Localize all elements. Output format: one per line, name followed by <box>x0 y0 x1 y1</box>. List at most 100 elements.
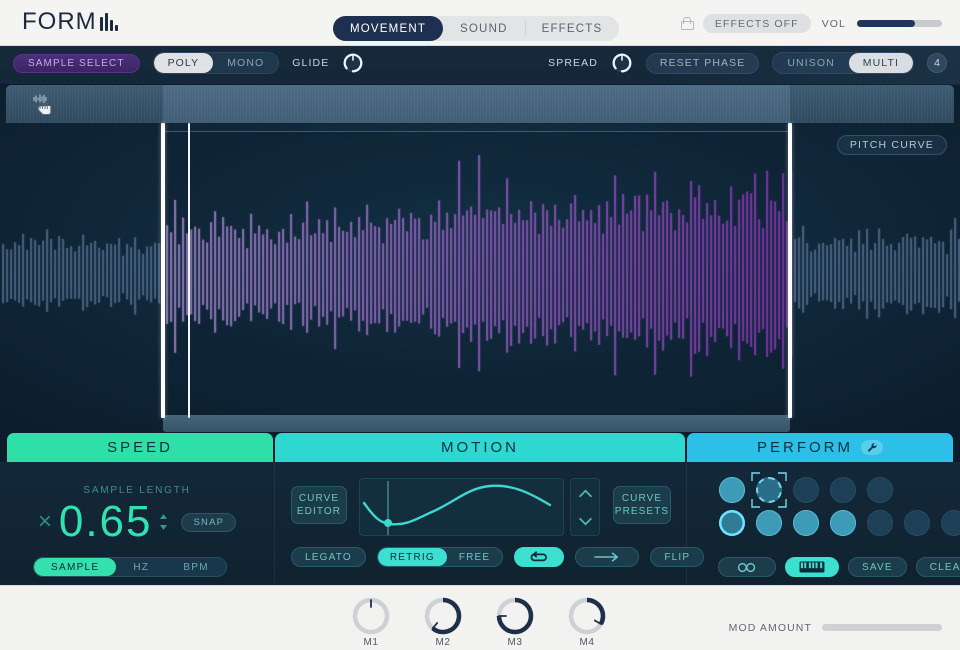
overview-selection[interactable] <box>163 85 791 123</box>
perform-pad-r2-3[interactable] <box>830 510 856 536</box>
volume-slider[interactable] <box>857 20 942 27</box>
voice-count-badge[interactable]: 4 <box>927 53 947 73</box>
curve-editor-line1: CURVE <box>298 493 340 504</box>
header-right-controls: EFFECTS OFF VOL <box>680 14 942 33</box>
perform-pad-r1-1[interactable] <box>756 477 782 503</box>
mod-knob-label-m1: M1 <box>363 637 379 648</box>
sample-length-label: SAMPLE LENGTH <box>83 485 191 496</box>
footer-bar: M1 M2 M3 M4 MOD AMOUNT <box>0 585 960 650</box>
waveform-canvas[interactable] <box>0 123 960 432</box>
perform-pad-r1-4[interactable] <box>867 477 893 503</box>
waveform-display[interactable]: PITCH CURVE <box>0 85 960 432</box>
pitch-curve-button[interactable]: PITCH CURVE <box>836 135 947 155</box>
clear-button[interactable]: CLEAR <box>915 557 960 577</box>
curve-presets-line2: PRESETS <box>614 506 670 517</box>
volume-slider-fill <box>857 20 915 27</box>
section-tab-motion[interactable]: MOTION <box>275 433 685 462</box>
perform-pad-r2-4[interactable] <box>867 510 893 536</box>
selection-start-marker[interactable] <box>161 123 166 418</box>
waveform-overview-bar[interactable] <box>6 85 954 123</box>
perform-pad-r2-5[interactable] <box>904 510 930 536</box>
spread-knob[interactable] <box>611 52 633 74</box>
unison-mode-toggle[interactable]: UNISON MULTI <box>772 52 914 74</box>
multiplier-symbol: × <box>37 508 52 535</box>
tab-effects[interactable]: EFFECTS <box>524 16 620 41</box>
arrow-right-icon[interactable] <box>575 547 640 567</box>
perform-pad-r2-1[interactable] <box>756 510 782 536</box>
glide-label: GLIDE <box>292 57 330 69</box>
mod-knob-m2[interactable] <box>423 596 463 636</box>
mod-amount-label: MOD AMOUNT <box>728 622 812 634</box>
motion-section: CURVE EDITOR CURVE PRESETS LEGATO RETRIG… <box>274 462 705 585</box>
speed-unit-bpm[interactable]: BPM <box>166 558 226 576</box>
perform-pad-r1-3[interactable] <box>830 477 856 503</box>
lock-icon[interactable] <box>680 17 694 30</box>
curve-presets-line1: CURVE <box>621 493 663 504</box>
mod-knob-m1[interactable] <box>351 596 391 636</box>
save-button[interactable]: SAVE <box>848 557 907 577</box>
section-tab-perform[interactable]: PERFORM <box>687 433 953 462</box>
mod-knob-m3[interactable] <box>495 596 535 636</box>
perform-pad-r1-2[interactable] <box>793 477 819 503</box>
perform-pad-r2-2[interactable] <box>793 510 819 536</box>
plugin-window: FORM MOVEMENT SOUND EFFECTS EFFECTS OFF … <box>0 0 960 650</box>
up-down-stepper-icon[interactable] <box>159 513 168 531</box>
speed-unit-toggle[interactable]: SAMPLE HZ BPM <box>33 557 227 577</box>
app-logo: FORM <box>22 8 118 36</box>
spread-label: SPREAD <box>548 57 598 69</box>
keyboard-icon[interactable] <box>785 557 839 577</box>
voice-toolbar-right: SPREAD RESET PHASE UNISON MULTI 4 <box>548 52 947 74</box>
app-header: FORM MOVEMENT SOUND EFFECTS EFFECTS OFF … <box>0 0 960 46</box>
voice-mode-toggle[interactable]: POLY MONO <box>152 52 280 74</box>
section-tabs: SPEED MOTION PERFORM <box>0 433 960 463</box>
mod-knob-label-m2: M2 <box>435 637 451 648</box>
hand-waveform-cursor-icon <box>33 94 52 115</box>
curve-editor-button[interactable]: CURVE EDITOR <box>291 486 347 524</box>
chevron-up-icon[interactable] <box>578 489 593 498</box>
tab-movement[interactable]: MOVEMENT <box>333 16 444 41</box>
section-tab-speed[interactable]: SPEED <box>7 433 273 462</box>
voice-toolbar: SAMPLE SELECT POLY MONO GLIDE SPREAD RES… <box>0 46 960 85</box>
reset-phase-button[interactable]: RESET PHASE <box>645 52 760 74</box>
voice-toolbar-left: SAMPLE SELECT POLY MONO GLIDE <box>13 52 364 74</box>
volume-label: VOL <box>821 17 846 30</box>
section-tab-perform-label: PERFORM <box>757 439 853 456</box>
trigger-mode-free[interactable]: FREE <box>447 548 502 566</box>
unison-mode-multi[interactable]: MULTI <box>848 53 913 73</box>
sample-select-button[interactable]: SAMPLE SELECT <box>13 53 140 73</box>
mod-amount-slider[interactable] <box>822 624 942 631</box>
chevron-down-icon[interactable] <box>578 517 593 526</box>
curve-nav-buttons[interactable] <box>570 478 600 536</box>
selection-end-marker[interactable] <box>788 123 793 418</box>
speed-unit-hz[interactable]: HZ <box>116 558 166 576</box>
main-tabs[interactable]: MOVEMENT SOUND EFFECTS <box>333 16 620 41</box>
trigger-mode-retrig[interactable]: RETRIG <box>377 548 447 566</box>
curve-presets-button[interactable]: CURVE PRESETS <box>613 486 671 524</box>
wrench-icon[interactable] <box>861 440 883 455</box>
voice-mode-mono[interactable]: MONO <box>213 53 278 73</box>
snap-button[interactable]: SNAP <box>181 512 237 532</box>
effects-off-button[interactable]: EFFECTS OFF <box>702 14 811 33</box>
mod-knob-m4[interactable] <box>567 596 607 636</box>
playhead-marker[interactable] <box>188 123 191 418</box>
section-tab-motion-label: MOTION <box>441 439 519 456</box>
app-logo-text: FORM <box>22 8 97 35</box>
trigger-mode-toggle[interactable]: RETRIG FREE <box>376 547 504 567</box>
voice-mode-poly[interactable]: POLY <box>153 53 214 73</box>
section-tab-speed-label: SPEED <box>107 439 173 456</box>
loop-icon[interactable] <box>514 547 565 567</box>
waveform-scrollbar[interactable] <box>163 415 791 432</box>
perform-pad-r2-0[interactable] <box>719 510 745 536</box>
sample-length-value[interactable]: 0.65 <box>59 500 153 544</box>
mod-knob-label-m3: M3 <box>507 637 523 648</box>
tab-sound[interactable]: SOUND <box>443 16 525 41</box>
perform-section: SAVE CLEAR <box>686 462 960 585</box>
link-chain-icon[interactable] <box>718 557 776 577</box>
glide-knob[interactable] <box>342 52 364 74</box>
legato-button[interactable]: LEGATO <box>291 547 366 567</box>
motion-curve-display[interactable] <box>359 478 564 536</box>
perform-pad-r1-0[interactable] <box>719 477 745 503</box>
unison-mode-unison[interactable]: UNISON <box>773 53 848 73</box>
perform-pad-r2-6[interactable] <box>941 510 960 536</box>
speed-unit-sample[interactable]: SAMPLE <box>34 558 117 576</box>
